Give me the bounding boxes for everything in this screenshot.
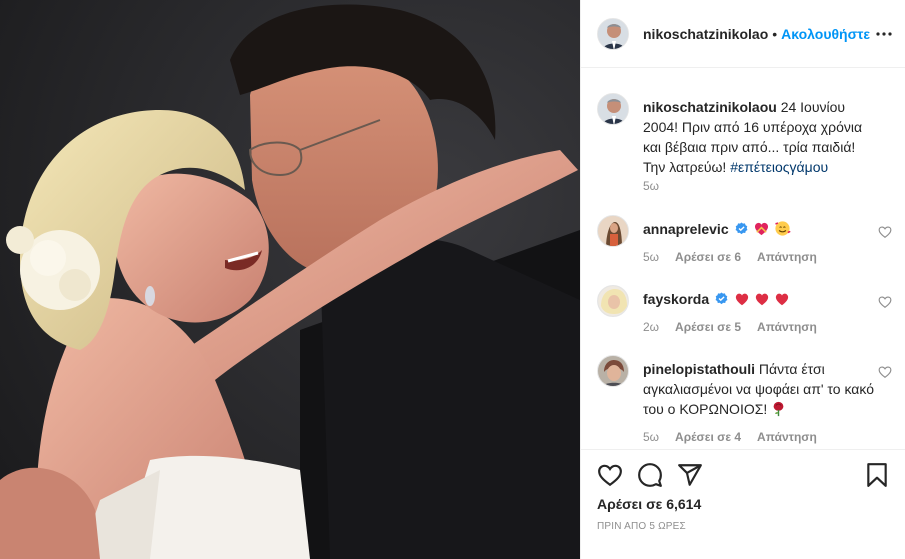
likes-count[interactable]: Αρέσει σε 6,614 — [597, 496, 701, 512]
more-options-button[interactable] — [872, 22, 896, 46]
comment-avatar-image — [598, 356, 628, 386]
post-photo[interactable] — [0, 0, 580, 559]
post-side-panel: nikoschatzinikolao • Ακολουθήστε nikosch… — [580, 0, 905, 559]
comment-item: annaprelevic 5ω Αρέσει σε 6 Απάντηση — [597, 215, 892, 271]
caption-username[interactable]: nikoschatzinikolaou — [643, 99, 777, 115]
rose-icon — [773, 401, 784, 417]
caption-item: nikoschatzinikolaou 24 Ιουνίου 2004! Πρι… — [597, 93, 892, 203]
comment-avatar-image — [598, 216, 628, 246]
heart-icon[interactable] — [597, 462, 623, 488]
comment-avatar[interactable] — [597, 355, 629, 387]
comment-username[interactable]: fayskorda — [643, 291, 709, 307]
caption-age[interactable]: 5ω — [643, 179, 659, 193]
caption-meta: 5ω — [643, 179, 659, 193]
comment-likes[interactable]: Αρέσει σε 4 — [675, 430, 741, 444]
red-heart-icon — [775, 293, 788, 306]
post-actions: Αρέσει σε 6,614 ΠΡΙΝ ΑΠΟ 5 ΩΡΕΣ — [581, 449, 905, 559]
smiling-face-with-hearts-icon — [775, 221, 791, 236]
share-icon[interactable] — [677, 462, 703, 488]
like-comment-heart-icon[interactable] — [878, 365, 892, 379]
comments-scroll-area[interactable]: nikoschatzinikolaou 24 Ιουνίου 2004! Πρι… — [581, 69, 905, 449]
verified-badge-icon — [715, 292, 728, 305]
comment-item: pinelopistathouli Πάντα έτσι αγκαλιασμέν… — [597, 355, 892, 445]
post-header: nikoschatzinikolao • Ακολουθήστε — [581, 0, 905, 68]
comment-likes[interactable]: Αρέσει σε 5 — [675, 320, 741, 334]
comment-icon[interactable] — [637, 462, 663, 488]
red-heart-icon — [735, 293, 749, 306]
comment-avatar-image — [598, 286, 628, 316]
comment-meta: 5ω Αρέσει σε 6 Απάντηση — [643, 250, 817, 264]
instagram-post-view: nikoschatzinikolao • Ακολουθήστε nikosch… — [0, 0, 905, 559]
comment-avatar[interactable] — [597, 215, 629, 247]
comment-body: pinelopistathouli Πάντα έτσι αγκαλιασμέν… — [643, 359, 879, 419]
more-horizontal-icon — [876, 32, 892, 36]
author-avatar[interactable] — [597, 17, 629, 50]
header-username[interactable]: nikoschatzinikolao — [643, 26, 768, 42]
comment-avatar[interactable] — [597, 285, 629, 317]
reply-button[interactable]: Απάντηση — [757, 320, 817, 334]
follow-button[interactable]: Ακολουθήστε — [781, 26, 870, 42]
author-avatar-image — [598, 18, 628, 49]
red-heart-icon — [755, 293, 768, 306]
verified-badge-icon — [735, 222, 747, 235]
heart-with-ribbon-icon — [755, 222, 769, 236]
caption-avatar-image — [598, 94, 628, 124]
bookmark-icon[interactable] — [864, 462, 890, 488]
header-separator: • — [772, 25, 778, 42]
comment-username[interactable]: annaprelevic — [643, 221, 729, 237]
comment-meta: 2ω Αρέσει σε 5 Απάντηση — [643, 320, 817, 334]
comment-age[interactable]: 5ω — [643, 250, 659, 264]
comment-item: fayskorda 2ω Αρέσει σε 5 Απάντηση — [597, 285, 892, 341]
caption-body: nikoschatzinikolaou 24 Ιουνίου 2004! Πρι… — [643, 97, 879, 177]
reply-button[interactable]: Απάντηση — [757, 430, 817, 444]
comment-username[interactable]: pinelopistathouli — [643, 361, 755, 377]
like-comment-heart-icon[interactable] — [878, 225, 892, 239]
comment-meta: 5ω Αρέσει σε 4 Απάντηση — [643, 430, 817, 444]
post-timestamp[interactable]: ΠΡΙΝ ΑΠΟ 5 ΩΡΕΣ — [597, 521, 686, 532]
comment-age[interactable]: 2ω — [643, 320, 659, 334]
reply-button[interactable]: Απάντηση — [757, 250, 817, 264]
comment-age[interactable]: 5ω — [643, 430, 659, 444]
comment-body: fayskorda — [643, 289, 879, 309]
like-comment-heart-icon[interactable] — [878, 295, 892, 309]
comment-body: annaprelevic — [643, 219, 879, 239]
caption-avatar[interactable] — [597, 93, 629, 125]
comment-likes[interactable]: Αρέσει σε 6 — [675, 250, 741, 264]
action-buttons-row — [597, 462, 890, 490]
caption-hashtag[interactable]: #επέτειοςγάμου — [730, 159, 828, 175]
wedding-photo-image — [0, 0, 580, 559]
